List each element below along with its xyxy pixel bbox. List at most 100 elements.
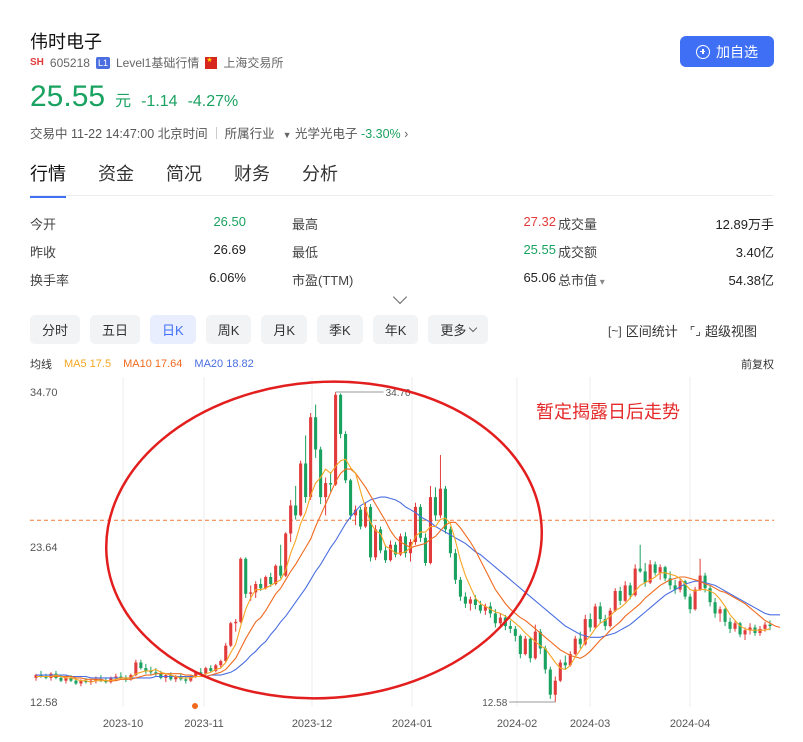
stock-meta: SH 605218 L1 Level1基础行情 上海交易所	[30, 54, 283, 71]
stat-value: 6.06%	[209, 269, 246, 285]
exchange-badge: SH	[30, 57, 44, 68]
candle-body	[613, 591, 617, 611]
candle-body	[758, 628, 762, 634]
adjust-mode-button[interactable]: 前复权	[741, 356, 774, 372]
triangle-down-icon: ▼	[282, 130, 292, 140]
candle-body	[698, 575, 702, 590]
event-dot	[192, 703, 198, 709]
tab-finance[interactable]: 财务	[234, 160, 270, 198]
candle-body	[299, 463, 303, 516]
candle-body	[373, 529, 378, 558]
candle-body	[239, 558, 243, 622]
candle-body	[713, 602, 717, 614]
x-tick-label: 2024-02	[497, 718, 537, 730]
candle-body	[678, 581, 682, 590]
candle-body	[558, 662, 562, 681]
ma-legend: 均线 MA5 17.5 MA10 17.64 MA20 18.82 前复权	[30, 356, 774, 372]
ma10-label: MA10 17.64	[123, 358, 183, 370]
candle-body	[438, 488, 442, 516]
candle-body	[543, 648, 547, 670]
tab-quote[interactable]: 行情	[30, 160, 66, 198]
period-label: 分时	[42, 323, 69, 338]
x-tick-label: 2024-01	[392, 718, 432, 730]
candle-body	[618, 591, 622, 601]
stat-label: 最低	[292, 244, 319, 260]
stat-cell: 成交量 12.89万手	[558, 214, 774, 233]
candle-body	[269, 576, 273, 584]
candle-body	[349, 480, 353, 516]
y-tick-label: 12.58	[30, 697, 58, 709]
price-change: -1.14	[141, 93, 178, 110]
level1-icon: L1	[95, 56, 110, 69]
period-label: 更多	[440, 323, 467, 338]
candle-body	[533, 631, 537, 659]
stat-label: 最高	[292, 216, 319, 232]
candle-body	[383, 550, 388, 561]
period-button[interactable]: 周K	[205, 315, 252, 344]
candle-body	[368, 506, 373, 558]
period-button[interactable]: 日K	[150, 315, 196, 344]
industry-label: 所属行业	[224, 127, 275, 141]
super-view-button[interactable]: ⌜⌟ 超级视图	[690, 321, 757, 340]
stats-grid: 今开 26.50 最高 27.32 成交量 12.89万手 昨收 26.69 最低 25.55 成交…	[30, 209, 774, 293]
candle-body	[324, 483, 328, 498]
candle-body	[319, 449, 323, 498]
period-button[interactable]: 季K	[317, 315, 363, 344]
candle-body	[718, 609, 722, 614]
period-button[interactable]: 年K	[372, 315, 419, 344]
caret-down-icon[interactable]: ▾	[597, 277, 605, 288]
candle-body	[608, 610, 612, 627]
period-label: 日K	[162, 323, 184, 338]
stat-label-group: 总市值 ▾	[558, 270, 605, 289]
candle-body	[388, 544, 393, 561]
industry-link[interactable]: ▼ 光学光电子 -3.30% ›	[283, 123, 409, 142]
period-button[interactable]: 五日	[90, 315, 141, 344]
candle-body	[528, 638, 532, 659]
tab-profile[interactable]: 简况	[166, 160, 202, 198]
candle-body	[264, 576, 268, 589]
stat-value: 26.50	[213, 213, 246, 229]
period-button[interactable]: 更多	[428, 315, 489, 344]
period-button[interactable]: 分时	[30, 315, 81, 344]
candle-body	[344, 434, 348, 481]
candle-body	[428, 497, 433, 563]
candle-body	[259, 583, 263, 589]
stat-cell: 总市值 ▾ 54.38亿	[558, 270, 774, 289]
stats-row: 换手率 6.06% 市盈(TTM) 65.06 总市值 ▾ 54.38亿	[30, 265, 774, 293]
ma20-label: MA20 18.82	[194, 358, 254, 370]
chevron-down-icon	[469, 323, 478, 333]
tab-analysis[interactable]: 分析	[302, 160, 338, 198]
add-watchlist-button[interactable]: 加自选	[680, 36, 774, 67]
candle-body	[234, 621, 238, 624]
candle-body	[443, 488, 447, 530]
add-watchlist-label: 加自选	[716, 43, 758, 60]
candle-body	[289, 505, 293, 534]
stat-value: 25.55	[523, 241, 556, 257]
candle-body	[448, 529, 452, 554]
range-stats-label: 区间统计	[625, 324, 678, 339]
candle-body	[329, 483, 333, 485]
stats-row: 今开 26.50 最高 27.32 成交量 12.89万手	[30, 209, 774, 237]
x-tick-label: 2024-03	[570, 718, 610, 730]
candle-body	[638, 568, 642, 572]
candle-body	[453, 553, 457, 580]
stat-cell: 今开 26.50	[30, 214, 246, 233]
super-view-label: 超级视图	[704, 324, 757, 339]
tab-funds[interactable]: 资金	[98, 160, 134, 198]
period-button[interactable]: 月K	[261, 315, 308, 344]
range-stats-button[interactable]: [~] 区间统计	[608, 321, 678, 340]
chevron-right-icon: ›	[404, 127, 409, 141]
stat-value: 26.69	[213, 241, 246, 257]
stat-cell: 昨收 26.69	[30, 242, 246, 261]
candle-body	[768, 624, 772, 627]
candle-body	[334, 394, 338, 485]
stat-label: 成交额	[558, 244, 598, 260]
x-tick-label: 2023-11	[184, 718, 224, 730]
divider	[215, 126, 217, 139]
candle-body	[688, 596, 692, 610]
kline-chart[interactable]: 34.70 23.64 12.58 2023-10 2023-11 2023-12 2024…	[0, 372, 803, 742]
period-label: 五日	[102, 323, 129, 338]
industry-name: 光学光电子	[295, 127, 358, 141]
candle-body	[493, 613, 497, 624]
stat-cell: 市盈(TTM) 65.06	[292, 270, 556, 289]
